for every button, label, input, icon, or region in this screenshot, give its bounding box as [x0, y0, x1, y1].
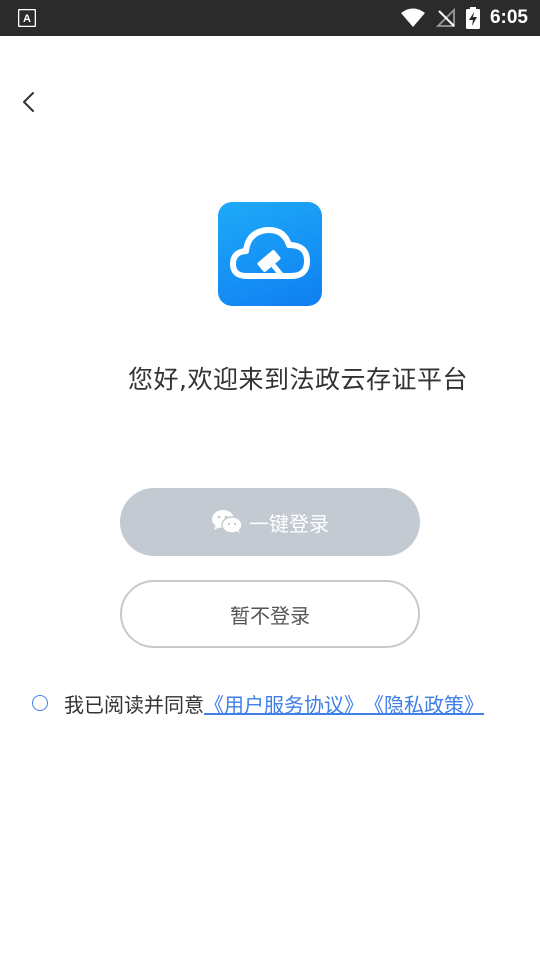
agreement-row: 我已阅读并同意 《用户服务协议》 《隐私政策》	[32, 688, 484, 718]
status-bar: A 6:05	[0, 0, 540, 36]
user-agreement-link[interactable]: 《用户服务协议》	[204, 689, 364, 718]
battery-charging-icon	[465, 7, 480, 29]
wechat-login-label: 一键登录	[249, 511, 329, 536]
cloud-gavel-icon	[230, 226, 310, 279]
agreement-prefix: 我已阅读并同意	[64, 692, 204, 717]
agreement-radio[interactable]	[32, 695, 48, 711]
skip-login-button[interactable]: 暂不登录	[120, 580, 420, 648]
wifi-icon	[400, 8, 425, 27]
accessibility-font-icon: A	[18, 9, 36, 27]
chevron-left-icon	[23, 92, 34, 112]
skip-login-label: 暂不登录	[230, 603, 310, 628]
app-logo	[218, 202, 322, 306]
no-signal-icon	[435, 8, 455, 27]
welcome-title: 您好,欢迎来到法政云存证平台	[128, 365, 468, 394]
wechat-icon	[212, 510, 243, 534]
status-icons: 6:05	[400, 0, 528, 36]
svg-text:A: A	[23, 13, 31, 25]
wechat-login-button[interactable]: 一键登录	[120, 488, 420, 556]
back-button[interactable]	[14, 86, 42, 118]
privacy-policy-link[interactable]: 《隐私政策》	[364, 689, 484, 718]
status-time: 6:05	[489, 7, 528, 28]
